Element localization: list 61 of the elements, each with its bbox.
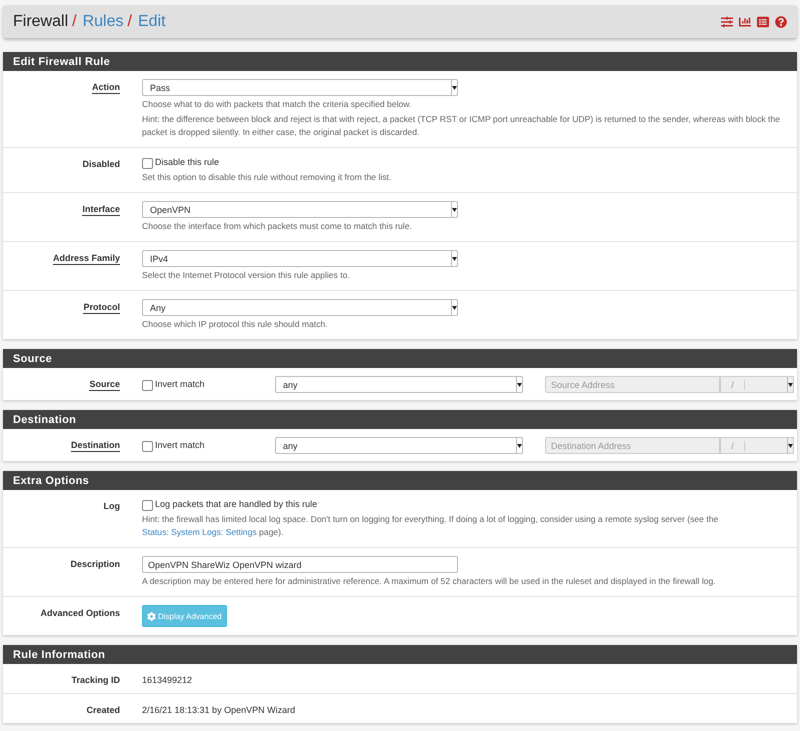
info-value: 1613499212 [142, 674, 194, 686]
help-text: A description may be entered here for administrative reference. A maximum of 52 characters will be used in the ruleset and displayed in the firewall log. [142, 575, 717, 588]
checkbox-label: Log packets that are handled by this rule [155, 498, 318, 511]
help-text: Select the Internet Protocol version this rule applies to. [142, 269, 351, 282]
help-text: Choose what to do with packets that match the criteria specified below. [142, 98, 412, 111]
field-label: Created [86, 704, 120, 716]
checkbox[interactable] [142, 158, 153, 169]
info-value: 2/16/21 18:13:31 by OpenVPN Wizard [142, 704, 296, 716]
field-label[interactable]: Destination [70, 437, 120, 452]
checkbox-label: Disable this rule [155, 156, 220, 169]
caret-icon [451, 202, 457, 217]
field-label: Log [104, 500, 120, 512]
caret-icon [516, 438, 522, 453]
help-text: Choose which IP protocol this rule should match. [142, 318, 329, 331]
help-text: Set this option to disable this rule without removing it from the list. [142, 171, 392, 184]
panel-title: Destination [3, 410, 797, 429]
help-text: Hint: the firewall has limited local log space. Don't turn on logging for everything. If doing a lot of logging, consider using a remote syslog server (see the Status: System Logs: Settings page). [142, 513, 720, 539]
select-field[interactable]: any [275, 437, 523, 454]
breadcrumb-separator: / [72, 12, 77, 30]
checkbox[interactable] [142, 380, 153, 391]
bar-chart-icon[interactable] [739, 16, 751, 28]
caret-icon [451, 80, 457, 95]
field-label: Description [70, 558, 120, 570]
select-field[interactable]: Any [142, 299, 458, 316]
caret-icon [516, 377, 522, 392]
gear-icon [147, 612, 156, 620]
caret-icon [451, 300, 457, 315]
caret-icon [787, 377, 793, 392]
panel-title: Extra Options [3, 471, 797, 490]
settings-link[interactable]: Status: System Logs: Settings [142, 527, 257, 537]
select-field[interactable]: any [275, 376, 523, 393]
checkbox[interactable] [142, 441, 153, 452]
field-label[interactable]: Address Family [52, 250, 120, 265]
breadcrumb-item: Firewall [13, 12, 68, 30]
field-label[interactable]: Action [92, 79, 120, 94]
input-field[interactable]: OpenVPN ShareWiz OpenVPN wizard [142, 556, 458, 573]
separator: / [721, 380, 745, 390]
panel-title: Source [3, 349, 797, 368]
caret-icon [451, 251, 457, 266]
select-field[interactable]: IPv4 [142, 250, 458, 267]
list-icon[interactable] [757, 16, 769, 28]
breadcrumb-separator: / [127, 12, 132, 30]
checkbox[interactable] [142, 500, 153, 511]
help-icon[interactable] [775, 16, 787, 28]
field-label[interactable]: Source [89, 376, 120, 391]
field-label: Advanced Options [40, 607, 120, 619]
select-field[interactable]: OpenVPN [142, 201, 458, 218]
caret-icon [787, 438, 793, 453]
sliders-icon[interactable] [721, 16, 733, 28]
help-text: Choose the interface from which packets must come to match this rule. [142, 220, 413, 233]
field-label: Disabled [82, 158, 120, 170]
help-text: Hint: the difference between block and reject is that with reject, a packet (TCP RST or ICMP port unreachable for UDP) is returned to the sender, whereas with block the packet is dropped silently. In either case, the original packet is discarded. [142, 113, 782, 139]
panel-title: Rule Information [3, 645, 797, 664]
select-field[interactable]: Pass [142, 79, 458, 96]
field-label: Tracking ID [71, 674, 120, 686]
separator: / [721, 440, 745, 450]
panel-title: Edit Firewall Rule [3, 52, 797, 71]
field-label[interactable]: Interface [82, 201, 120, 216]
checkbox-label: Invert match [155, 378, 205, 391]
field-label[interactable]: Protocol [83, 299, 120, 314]
checkbox-label: Invert match [155, 439, 205, 452]
